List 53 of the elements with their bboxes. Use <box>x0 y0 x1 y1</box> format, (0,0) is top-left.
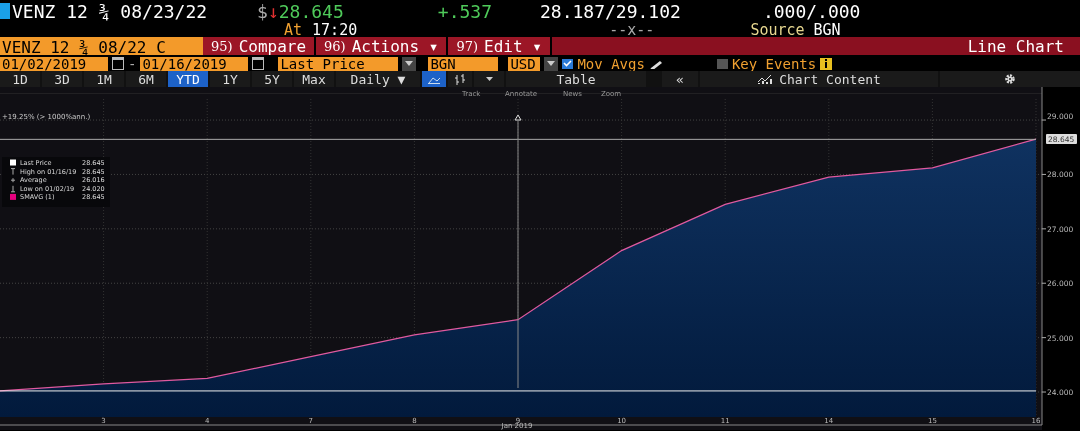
chart-content-button[interactable]: Chart Content <box>700 71 938 87</box>
range-tab[interactable]: 1M <box>84 71 124 87</box>
key-events-label: Key Events <box>731 55 817 72</box>
checkbox[interactable] <box>562 58 574 69</box>
dropdown-icon[interactable] <box>474 71 504 87</box>
range-tab[interactable]: 1D <box>0 71 40 87</box>
date-separator: - <box>128 55 137 72</box>
end-date-field[interactable]: 01/16/2019 <box>140 56 249 71</box>
currency-symbol: $ <box>257 0 268 22</box>
chart-title: Line Chart <box>967 37 1065 55</box>
frequency-dropdown[interactable]: Daily ▼ <box>336 71 420 87</box>
dropdown-icon[interactable] <box>544 56 559 71</box>
dropdown-icon[interactable] <box>402 56 417 71</box>
crosshair-marker-icon <box>514 114 522 121</box>
size-text: --x-- <box>609 20 655 39</box>
checkbox[interactable] <box>716 58 728 69</box>
ticker: VENZ 12 ¾ 08/23/22 <box>12 0 208 22</box>
source-value: BGN <box>813 20 841 39</box>
range-tab[interactable]: 3D <box>42 71 82 87</box>
menu-button[interactable]: 95) Compare <box>203 37 317 55</box>
range-tab[interactable]: 6M <box>126 71 166 87</box>
last-price: 28.645 <box>278 0 344 22</box>
settings-icon[interactable] <box>940 71 1080 87</box>
chart-icon <box>757 73 774 85</box>
bar-chart-icon[interactable] <box>448 71 472 87</box>
average-marker-icon <box>10 177 16 183</box>
pencil-icon <box>648 58 663 69</box>
bid-ask-size: .000/.000 <box>762 0 861 22</box>
start-date-field[interactable]: 01/02/2019 <box>0 56 108 71</box>
source-field[interactable]: BGN <box>428 56 499 71</box>
currency-field[interactable]: USD <box>508 56 541 71</box>
info-icon <box>820 57 833 70</box>
price-change: +.537 <box>437 0 492 22</box>
table-button[interactable]: Table <box>506 71 646 87</box>
source-label: Source <box>750 20 805 39</box>
range-tab[interactable]: Max <box>294 71 334 87</box>
low-marker-icon <box>10 185 16 193</box>
collapse-button[interactable]: « <box>662 71 698 87</box>
mov-avgs-label: Mov Avgs <box>577 55 645 72</box>
security-field[interactable]: VENZ 12 ¾ 08/22 C <box>0 37 203 55</box>
menu-button[interactable]: 96) Actions ▾ <box>316 37 449 55</box>
time-label: At <box>284 20 303 39</box>
range-tab[interactable]: 1Y <box>210 71 250 87</box>
bid-ask: 28.187/29.102 <box>540 0 681 22</box>
security-color-icon <box>0 3 10 19</box>
time: 17:20 <box>312 20 358 39</box>
range-tab[interactable]: 5Y <box>252 71 292 87</box>
high-marker-icon <box>10 168 16 176</box>
line-chart-icon[interactable] <box>422 71 446 87</box>
field-dropdown[interactable]: Last Price <box>278 56 399 71</box>
down-arrow-icon: ↓ <box>267 0 279 22</box>
range-tab[interactable]: YTD <box>168 71 208 87</box>
menu-button[interactable]: 97) Edit ▾ <box>448 37 552 55</box>
